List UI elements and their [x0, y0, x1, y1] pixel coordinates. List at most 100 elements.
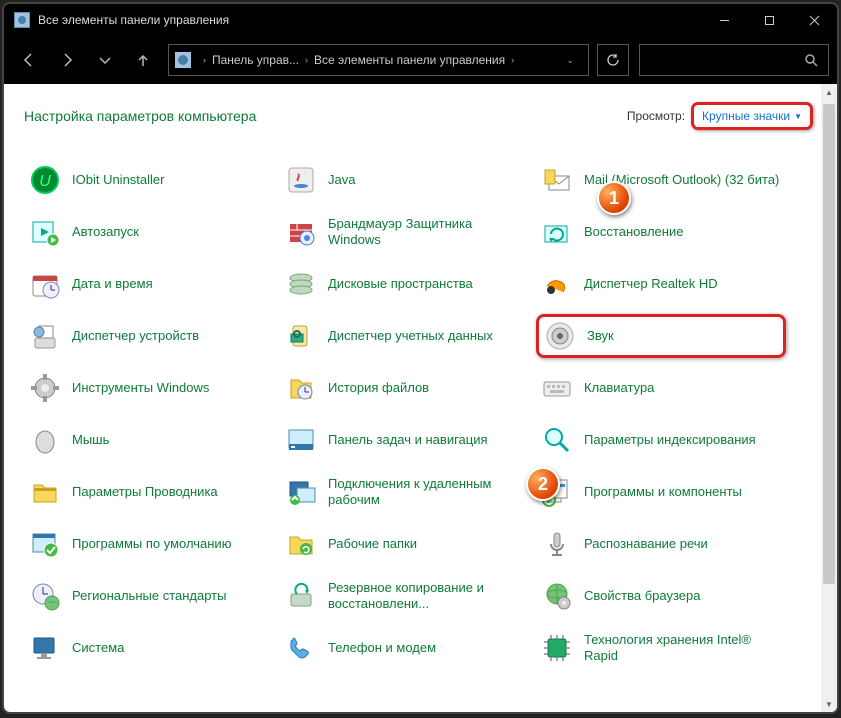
callout-badge-1: 1 [597, 181, 631, 215]
item-label: Инструменты Windows [72, 380, 209, 396]
control-panel-item[interactable]: U IObit Uninstaller [24, 158, 274, 202]
control-panel-item[interactable]: Подключения к удаленным рабочим [280, 470, 530, 514]
item-label: Рабочие папки [328, 536, 417, 552]
view-select[interactable]: Крупные значки ▼ [691, 102, 813, 130]
page-title: Настройка параметров компьютера [24, 108, 627, 124]
search-input[interactable] [639, 44, 829, 76]
region-icon [28, 579, 62, 613]
credmgr-icon [284, 319, 318, 353]
control-panel-item[interactable]: Технология хранения Intel® Rapid [536, 626, 786, 670]
item-label: Программы по умолчанию [72, 536, 231, 552]
control-panel-item[interactable]: Восстановление [536, 210, 786, 254]
item-label: Технология хранения Intel® Rapid [584, 632, 782, 665]
control-panel-item[interactable]: Резервное копирование и восстановлени... [280, 574, 530, 618]
view-label: Просмотр: [627, 109, 685, 123]
control-panel-item[interactable]: Программы по умолчанию [24, 522, 274, 566]
intel-icon [540, 631, 574, 665]
scrollbar[interactable]: ▲ ▼ [821, 84, 837, 712]
window-title: Все элементы панели управления [38, 13, 702, 27]
maximize-button[interactable] [747, 4, 792, 36]
datetime-icon [28, 267, 62, 301]
minimize-button[interactable] [702, 4, 747, 36]
control-panel-item[interactable]: Инструменты Windows [24, 366, 274, 410]
item-label: Распознавание речи [584, 536, 708, 552]
breadcrumb-item[interactable]: Панель управ... [212, 53, 299, 67]
control-panel-item[interactable]: Система [24, 626, 274, 670]
item-label: Диспетчер устройств [72, 328, 199, 344]
nav-back-button[interactable] [12, 43, 46, 77]
item-label: История файлов [328, 380, 429, 396]
breadcrumb[interactable]: › Панель управ... › Все элементы панели … [168, 44, 589, 76]
control-panel-item[interactable]: Брандмауэр Защитника Windows [280, 210, 530, 254]
nav-recent-button[interactable] [88, 43, 122, 77]
item-label: Мышь [72, 432, 109, 448]
item-label: Программы и компоненты [584, 484, 742, 500]
navbar: › Панель управ... › Все элементы панели … [4, 36, 837, 84]
sound-icon [543, 319, 577, 353]
control-panel-item[interactable]: Дата и время [24, 262, 274, 306]
item-label: Диспетчер Realtek HD [584, 276, 718, 292]
control-panel-item[interactable]: Диспетчер учетных данных [280, 314, 530, 358]
item-label: Панель задач и навигация [328, 432, 488, 448]
control-panel-item[interactable]: Автозапуск [24, 210, 274, 254]
disks-icon [284, 267, 318, 301]
control-panel-item[interactable]: Дисковые пространства [280, 262, 530, 306]
control-panel-item[interactable]: Параметры индексирования [536, 418, 786, 462]
defaults-icon [28, 527, 62, 561]
item-label: IObit Uninstaller [72, 172, 164, 188]
item-label: Автозапуск [72, 224, 139, 240]
item-label: Региональные стандарты [72, 588, 226, 604]
control-panel-item[interactable]: Звук [536, 314, 786, 358]
control-panel-item[interactable]: Параметры Проводника [24, 470, 274, 514]
item-label: Подключения к удаленным рабочим [328, 476, 526, 509]
scroll-down-icon[interactable]: ▼ [821, 696, 837, 712]
nav-up-button[interactable] [126, 43, 160, 77]
realtek-icon [540, 267, 574, 301]
phone-icon [284, 631, 318, 665]
control-panel-item[interactable]: Распознавание речи [536, 522, 786, 566]
control-panel-item[interactable]: Клавиатура [536, 366, 786, 410]
item-label: Параметры индексирования [584, 432, 756, 448]
content-panel: Настройка параметров компьютера Просмотр… [4, 84, 837, 712]
control-panel-item[interactable]: Региональные стандарты [24, 574, 274, 618]
control-panel-item[interactable]: Свойства браузера [536, 574, 786, 618]
breadcrumb-item[interactable]: Все элементы панели управления [314, 53, 505, 67]
control-panel-item[interactable]: Рабочие папки [280, 522, 530, 566]
chevron-right-icon[interactable]: › [505, 55, 520, 65]
item-label: Резервное копирование и восстановлени... [328, 580, 526, 613]
chevron-down-icon[interactable]: ⌄ [556, 55, 584, 66]
mail-icon [540, 163, 574, 197]
tools-icon [28, 371, 62, 405]
filehist-icon [284, 371, 318, 405]
item-label: Параметры Проводника [72, 484, 218, 500]
scroll-up-icon[interactable]: ▲ [821, 84, 837, 100]
backup-icon [284, 579, 318, 613]
item-label: Дата и время [72, 276, 153, 292]
control-panel-item[interactable]: Java [280, 158, 530, 202]
speech-icon [540, 527, 574, 561]
iobit-icon: U [28, 163, 62, 197]
item-label: Java [328, 172, 355, 188]
chevron-right-icon[interactable]: › [299, 55, 314, 65]
nav-forward-button[interactable] [50, 43, 84, 77]
item-label: Клавиатура [584, 380, 654, 396]
scroll-thumb[interactable] [823, 104, 835, 584]
control-panel-item[interactable]: История файлов [280, 366, 530, 410]
keyboard-icon [540, 371, 574, 405]
java-icon [284, 163, 318, 197]
item-label: Свойства браузера [584, 588, 700, 604]
close-button[interactable] [792, 4, 837, 36]
control-panel-item[interactable]: Мышь [24, 418, 274, 462]
control-panel-item[interactable]: Диспетчер Realtek HD [536, 262, 786, 306]
item-label: Брандмауэр Защитника Windows [328, 216, 526, 249]
control-panel-item[interactable]: Диспетчер устройств [24, 314, 274, 358]
control-panel-item[interactable]: Телефон и модем [280, 626, 530, 670]
control-panel-icon [175, 52, 191, 68]
control-panel-item[interactable]: Программы и компоненты [536, 470, 786, 514]
control-panel-item[interactable]: Панель задач и навигация [280, 418, 530, 462]
chevron-right-icon[interactable]: › [197, 55, 212, 65]
taskbar-icon [284, 423, 318, 457]
control-panel-item[interactable]: Mail (Microsoft Outlook) (32 бита) [536, 158, 786, 202]
refresh-button[interactable] [597, 44, 629, 76]
inetopt-icon [540, 579, 574, 613]
